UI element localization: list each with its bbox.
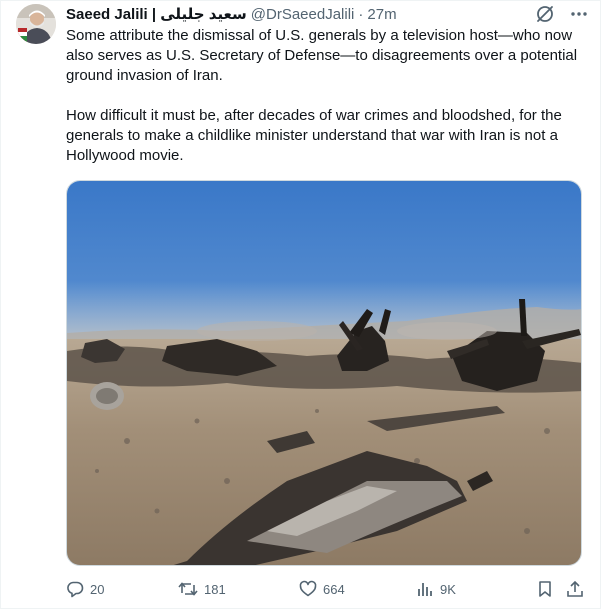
views-button[interactable]: 9K <box>416 578 456 600</box>
more-dots-icon[interactable] <box>569 4 589 24</box>
reply-count: 20 <box>90 581 105 597</box>
tweet-text: Some attribute the dismissal of U.S. gen… <box>66 26 588 186</box>
views-chart-icon <box>418 583 432 596</box>
header-separator: · <box>358 5 364 23</box>
heart-icon <box>299 580 317 597</box>
avatar-image <box>16 4 56 44</box>
share-button[interactable] <box>566 578 584 600</box>
like-button[interactable]: 664 <box>299 578 345 600</box>
header-actions <box>535 4 589 24</box>
user-handle[interactable]: @DrSaeedJalili <box>251 6 355 23</box>
bookmark-icon <box>539 581 551 597</box>
reply-icon <box>67 581 84 598</box>
bookmark-button[interactable] <box>536 578 554 600</box>
display-name[interactable]: Saeed Jalili | سعید جلیلی <box>66 5 247 23</box>
timestamp[interactable]: 27m <box>367 6 396 23</box>
views-count: 9K <box>440 581 456 597</box>
retweet-button[interactable]: 181 <box>178 578 226 600</box>
wreckage-photo <box>67 181 581 565</box>
tweet-paragraph-2: How difficult it must be, after decades … <box>66 107 562 164</box>
avatar[interactable] <box>16 4 56 44</box>
share-icon <box>567 580 583 597</box>
retweet-icon <box>178 582 198 596</box>
grok-slash-icon[interactable] <box>535 4 555 24</box>
reply-button[interactable]: 20 <box>66 578 104 600</box>
tweet-actions: 20 181 664 9K <box>66 578 588 600</box>
tweet-header: Saeed Jalili | سعید جلیلی @DrSaeedJalili… <box>66 4 589 24</box>
tweet-photo[interactable] <box>66 180 582 566</box>
retweet-count: 181 <box>204 581 226 597</box>
like-count: 664 <box>323 581 345 597</box>
tweet-paragraph-1: Some attribute the dismissal of U.S. gen… <box>66 27 578 84</box>
